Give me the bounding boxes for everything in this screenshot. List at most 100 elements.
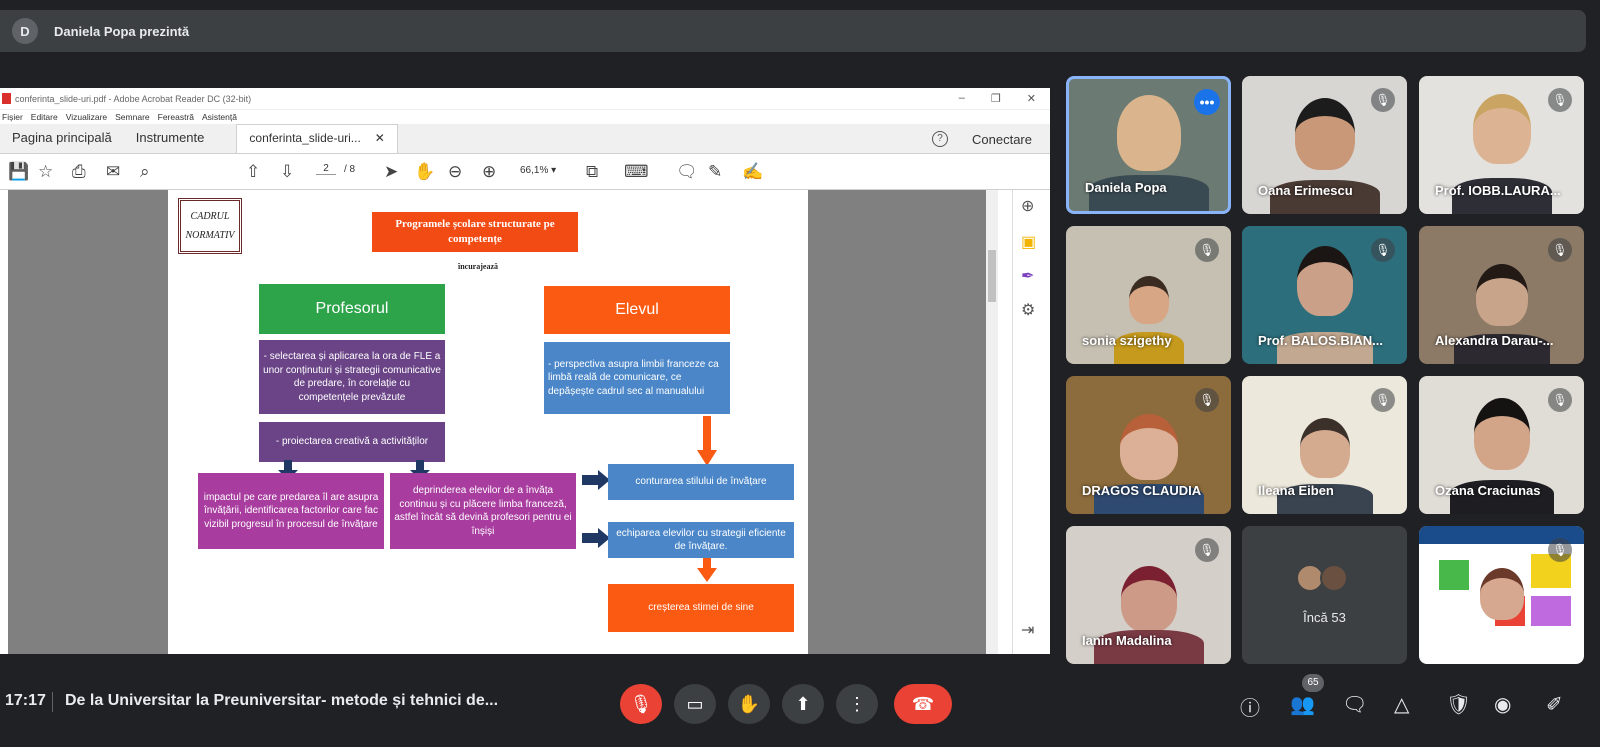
page-total: / 8 — [344, 163, 356, 175]
zoom-select[interactable]: 66,1% ▾ — [520, 165, 556, 176]
mic-off-icon: 🎙 — [1371, 238, 1395, 262]
activities-icon[interactable]: △ — [1394, 692, 1409, 717]
maximize-button[interactable]: ❐ — [991, 92, 1001, 105]
user-avatar-icon[interactable]: ◉ — [1494, 692, 1511, 717]
presenting-label: Daniela Popa prezintă — [54, 23, 190, 39]
presenting-banner: D Daniela Popa prezintă — [0, 10, 1586, 52]
conturarea-box: conturarea stilului de învățare — [608, 464, 794, 500]
close-tab-icon[interactable]: ✕ — [375, 131, 385, 145]
participant-tile[interactable]: 🎙 Prof. IOBB.LAURA... — [1419, 76, 1584, 214]
menu-vizualizare[interactable]: Vizualizare — [66, 112, 107, 122]
fill-sign-icon[interactable]: ✒ — [1021, 266, 1034, 286]
cadrul-label: CADRUL — [190, 211, 230, 222]
participant-video — [1116, 95, 1181, 171]
participant-tile[interactable]: 🎙 sonia szigethy — [1066, 226, 1231, 364]
participant-tile[interactable]: 🎙 Oana Erimescu — [1242, 76, 1407, 214]
participant-tile[interactable]: 🎙 DRAGOS CLAUDIA — [1066, 376, 1231, 514]
page-up-icon[interactable]: ⇧ — [246, 162, 260, 182]
cadrul-normativ-box: CADRUL NORMATIV — [178, 198, 242, 254]
close-window-button[interactable]: ✕ — [1027, 92, 1036, 105]
tab-home[interactable]: Pagina principală — [0, 130, 124, 153]
scrollbar-thumb[interactable] — [988, 250, 996, 302]
comment-icon[interactable]: 🗨 — [676, 162, 698, 182]
bookmark-star-icon[interactable]: ☆ — [38, 162, 53, 182]
proiectare-box: - proiectarea creativă a activităților — [259, 422, 445, 462]
mic-off-icon: 🎙 — [1548, 388, 1572, 412]
leave-call-button[interactable]: ☎ — [894, 684, 952, 724]
participant-tile[interactable]: ••• Daniela Popa — [1066, 76, 1231, 214]
participant-video — [1299, 418, 1350, 478]
camera-button[interactable]: ▭ — [674, 684, 716, 724]
participant-name: DRAGOS CLAUDIA — [1082, 483, 1202, 498]
tab-document[interactable]: conferinta_slide-uri... ✕ — [236, 124, 398, 153]
participant-name: Ozana Craciunas — [1435, 483, 1541, 498]
print-icon[interactable]: ⎙ — [72, 162, 86, 182]
participant-tile[interactable]: 🎙 Ozana Craciunas — [1419, 376, 1584, 514]
mic-off-icon: 🎙 — [1195, 238, 1219, 262]
collapse-panel-icon[interactable]: ⇥ — [1021, 620, 1034, 640]
email-icon[interactable]: ✉ — [106, 162, 120, 182]
save-icon[interactable]: 💾 — [8, 162, 29, 182]
minimize-button[interactable]: – — [959, 92, 965, 105]
more-options-icon[interactable]: ••• — [1194, 89, 1220, 115]
microphone-off-button[interactable]: 🎙 — [620, 684, 662, 724]
search-icon[interactable]: ⌕ — [140, 162, 150, 182]
zoom-in-icon[interactable]: ⊕ — [482, 162, 496, 182]
page-down-icon[interactable]: ⇩ — [280, 162, 294, 182]
menu-fereastra[interactable]: Fereastră — [158, 112, 194, 122]
background-block — [1439, 560, 1469, 590]
deprindere-box: deprinderea elevilor de a învăța continu… — [390, 473, 576, 549]
participant-tile[interactable]: 🎙 Alexandra Darau-... — [1419, 226, 1584, 364]
participant-video — [1473, 398, 1530, 470]
elev-perspective-box: - perspectiva asupra limbii franceze ca … — [544, 342, 730, 414]
mic-off-icon: 🎙 — [1371, 88, 1395, 112]
help-icon[interactable]: ? — [932, 131, 949, 147]
sign-icon[interactable]: ✍ — [742, 162, 763, 182]
keyboard-icon[interactable]: ⌨ — [624, 162, 649, 182]
connect-button[interactable]: Conectare — [972, 132, 1032, 147]
participant-video — [1120, 566, 1177, 632]
participant-video — [1475, 264, 1528, 326]
captions-off-icon[interactable]: ✐ — [1546, 692, 1563, 717]
meeting-time: 17:17 — [5, 692, 46, 709]
raise-hand-button[interactable]: ✋ — [728, 684, 770, 724]
host-controls-icon[interactable]: 🛡 — [1446, 692, 1471, 717]
more-tools-icon[interactable]: ⚙ — [1021, 300, 1035, 320]
present-screen-button[interactable]: ⬆ — [782, 684, 824, 724]
chat-icon[interactable]: 🗨 — [1342, 692, 1367, 717]
avatar — [1320, 564, 1348, 592]
menu-asistenta[interactable]: Asistență — [202, 112, 237, 122]
divider — [52, 692, 53, 712]
participant-tile[interactable]: 🎙 — [1419, 526, 1584, 664]
participant-video — [1294, 98, 1355, 170]
page-number-input[interactable]: 2 — [316, 163, 336, 175]
arrow-down-icon — [697, 416, 717, 466]
participant-tile[interactable]: 🎙 Ianin Madalina — [1066, 526, 1231, 664]
select-cursor-icon[interactable]: ➤ — [384, 162, 398, 182]
page-fit-icon[interactable]: ⧉ — [586, 162, 598, 182]
more-participants-tile[interactable]: Încă 53 — [1242, 526, 1407, 664]
menu-fisier[interactable]: Fișier — [2, 112, 23, 122]
participant-tile[interactable]: 🎙 Ileana Eiben — [1242, 376, 1407, 514]
info-icon[interactable]: ⓘ — [1240, 692, 1260, 721]
comment-panel-icon[interactable]: ▣ — [1021, 232, 1036, 252]
participant-name: Ileana Eiben — [1258, 483, 1334, 498]
highlight-icon[interactable]: ✎ — [708, 162, 722, 182]
hand-tool-icon[interactable]: ✋ — [414, 162, 435, 182]
more-vert-icon: ⋮ — [848, 693, 866, 714]
meeting-title: De la Universitar la Preuniversitar- met… — [65, 692, 499, 709]
tab-tools[interactable]: Instrumente — [124, 130, 217, 153]
participant-tile[interactable]: 🎙 Prof. BALOS.BIAN... — [1242, 226, 1407, 364]
vertical-scrollbar[interactable] — [986, 190, 998, 654]
participant-name: Alexandra Darau-... — [1435, 333, 1554, 348]
profesorul-box: Profesorul — [259, 284, 445, 334]
menu-editare[interactable]: Editare — [31, 112, 58, 122]
menu-semnare[interactable]: Semnare — [115, 112, 150, 122]
zoom-tool-icon[interactable]: ⊕ — [1021, 196, 1034, 216]
zoom-out-icon[interactable]: ⊖ — [448, 162, 462, 182]
participant-name: Oana Erimescu — [1258, 183, 1353, 198]
people-icon[interactable]: 👥 — [1290, 692, 1315, 717]
presenter-avatar: D — [12, 18, 38, 44]
more-options-button[interactable]: ⋮ — [836, 684, 878, 724]
acrobat-toolbar: 💾 ☆ ⎙ ✉ ⌕ ⇧ ⇩ 2 / 8 ➤ ✋ ⊖ ⊕ 66,1% ▾ ⧉ ⌨ … — [0, 154, 1050, 190]
